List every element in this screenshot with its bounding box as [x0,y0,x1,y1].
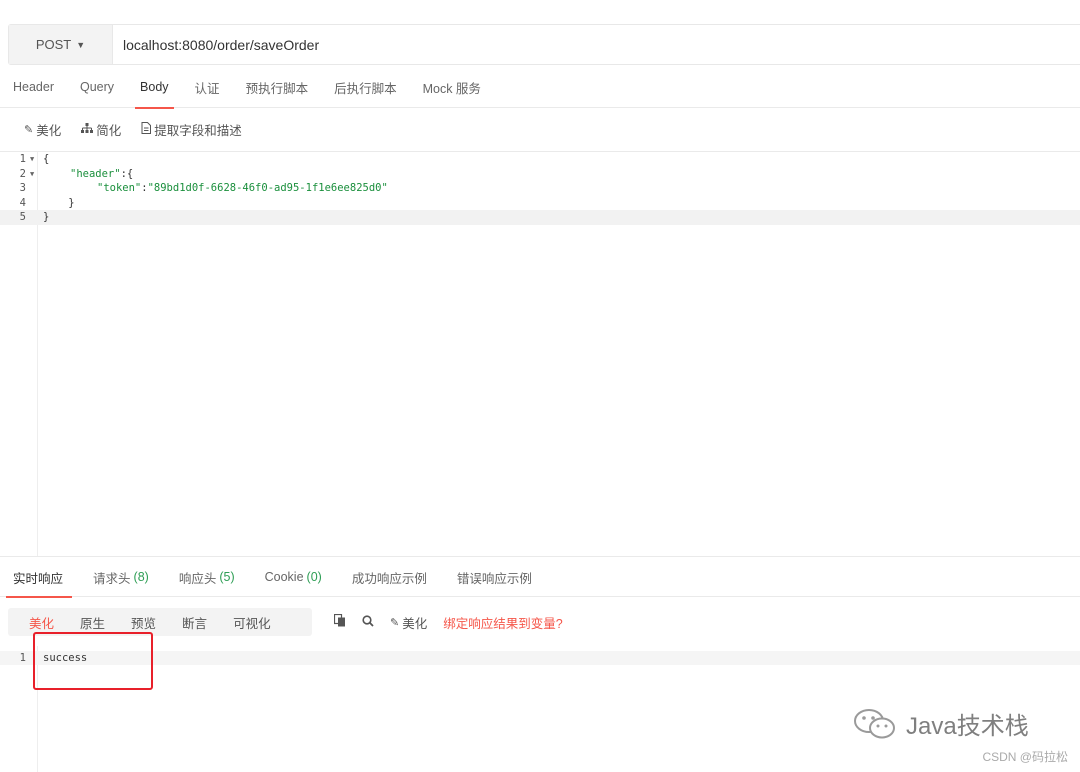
code-text: } [43,211,50,223]
code-text: "token":"89bd1d0f-6628-46f0-ad95-1f1e6ee… [97,181,388,196]
simplify-label: 简化 [96,124,122,138]
magic-wand-icon: ✎ [24,124,34,136]
method-select[interactable]: POST ▼ [9,25,113,64]
tab-query[interactable]: Query [67,66,127,108]
line-number: 3 [19,182,26,194]
code-text: "header":{ [70,167,133,182]
json-key: "header" [70,167,121,180]
method-label: POST [35,37,72,52]
search-icon[interactable] [362,614,374,630]
code-text: } [43,196,75,209]
json-value: "89bd1d0f-6628-46f0-ad95-1f1e6ee825d0" [147,182,388,194]
response-line: 1 success [0,651,1080,665]
tab-response-headers[interactable]: 响应头 (5) [164,557,250,597]
beautify-label: 美化 [36,124,62,138]
tab-auth[interactable]: 认证 [182,66,233,108]
tab-success-example[interactable]: 成功响应示例 [337,557,442,597]
tab-label: Mock 服务 [422,81,481,96]
url-bar: POST ▼ localhost:8080/order/saveOrder [8,24,1080,65]
tab-count: (5) [219,570,235,584]
caret-down-icon: ▼ [76,39,86,50]
code-line-active: 5 } [0,210,1080,225]
wechat-logo-icon [854,708,895,738]
response-actions: ✎ 美化 绑定响应结果到变量? [333,613,563,632]
mode-assert[interactable]: 断言 [169,608,220,636]
copy-icon[interactable] [333,613,346,630]
line-number: 1 [19,153,26,165]
code-line: 2 ▼ "header":{ [0,167,1080,182]
url-input[interactable]: localhost:8080/order/saveOrder [113,37,319,53]
mode-visualize[interactable]: 可视化 [220,608,284,636]
tab-mock[interactable]: Mock 服务 [410,66,494,108]
beautify-label: 美化 [402,616,428,631]
line-number: 1 [19,652,26,664]
code-line: 3 "token":"89bd1d0f-6628-46f0-ad95-1f1e6… [0,181,1080,196]
tab-count: (8) [133,570,149,584]
tab-error-example[interactable]: 错误响应示例 [442,557,547,597]
tab-header[interactable]: Header [0,66,67,108]
tab-label: 请求头 [93,571,131,586]
tab-label: 后执行脚本 [334,81,397,96]
fold-arrow-icon[interactable]: ▼ [30,152,34,167]
magic-wand-icon: ✎ [390,616,400,629]
code-line: 4 } [0,196,1080,211]
tab-label: 错误响应示例 [456,571,532,586]
bind-response-link[interactable]: 绑定响应结果到变量? [443,613,562,632]
tab-label: 实时响应 [13,571,64,586]
tab-label: 成功响应示例 [351,571,427,586]
tab-post-script[interactable]: 后执行脚本 [321,66,410,108]
csdn-credit: CSDN @码拉松 [982,750,1068,764]
tab-label: Cookie [264,570,304,584]
response-tabs: 实时响应 请求头 (8) 响应头 (5) Cookie (0) 成功响应示例 错误响应… [0,556,1080,598]
tab-body[interactable]: Body [127,66,182,109]
extract-label: 提取字段和描述 [154,124,242,138]
hierarchy-icon [81,122,94,137]
tab-label: Query [80,80,115,94]
tab-label: Body [140,80,169,94]
document-icon [141,122,152,137]
tab-label: 认证 [194,81,220,96]
tab-label: Header [13,80,54,94]
tab-request-headers[interactable]: 请求头 (8) [78,557,164,597]
json-punct: :{ [120,167,134,180]
highlight-box [33,632,153,690]
extract-fields-button[interactable]: 提取字段和描述 [141,120,242,139]
line-number: 2 [19,167,26,180]
beautify-button[interactable]: ✎ 美化 [24,120,61,139]
body-editor[interactable]: 1 ▼ { 2 ▼ "header":{ 3 "token":"89bd1d0f… [0,152,1080,556]
simplify-button[interactable]: 简化 [81,120,121,139]
tab-live-response[interactable]: 实时响应 [0,557,78,598]
code-text: { [43,153,50,165]
tab-cookie[interactable]: Cookie (0) [250,557,337,597]
tab-pre-script[interactable]: 预执行脚本 [233,66,322,108]
line-number: 5 [19,211,26,223]
body-toolbar: ✎ 美化 简化 提取字段和描述 [0,108,1080,152]
tab-label: 预执行脚本 [245,81,309,96]
tab-label: 响应头 [178,571,217,586]
tab-count: (0) [306,570,322,584]
watermark: Java技术栈 [852,706,1029,741]
request-tabs: Header Query Body 认证 预执行脚本 后执行脚本 Mock 服务 [0,66,1080,109]
fold-arrow-icon[interactable]: ▼ [30,167,34,182]
line-number: 4 [19,196,26,209]
watermark-text: Java技术栈 [906,713,1029,740]
code-line: 1 ▼ { [0,152,1080,167]
response-beautify-button[interactable]: ✎ 美化 [390,613,427,632]
json-key: "token" [97,182,142,194]
